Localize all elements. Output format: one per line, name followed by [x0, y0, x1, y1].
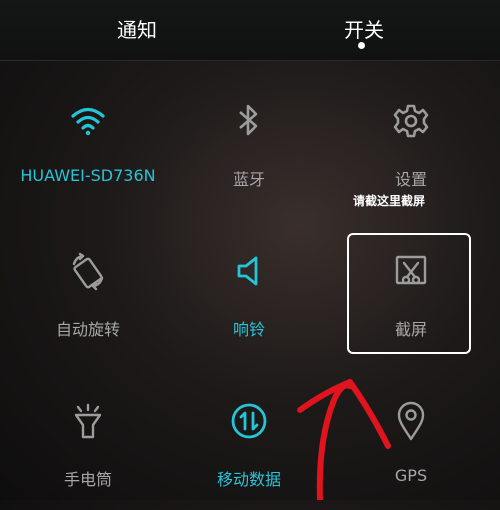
annotation-arrow [297, 379, 391, 500]
